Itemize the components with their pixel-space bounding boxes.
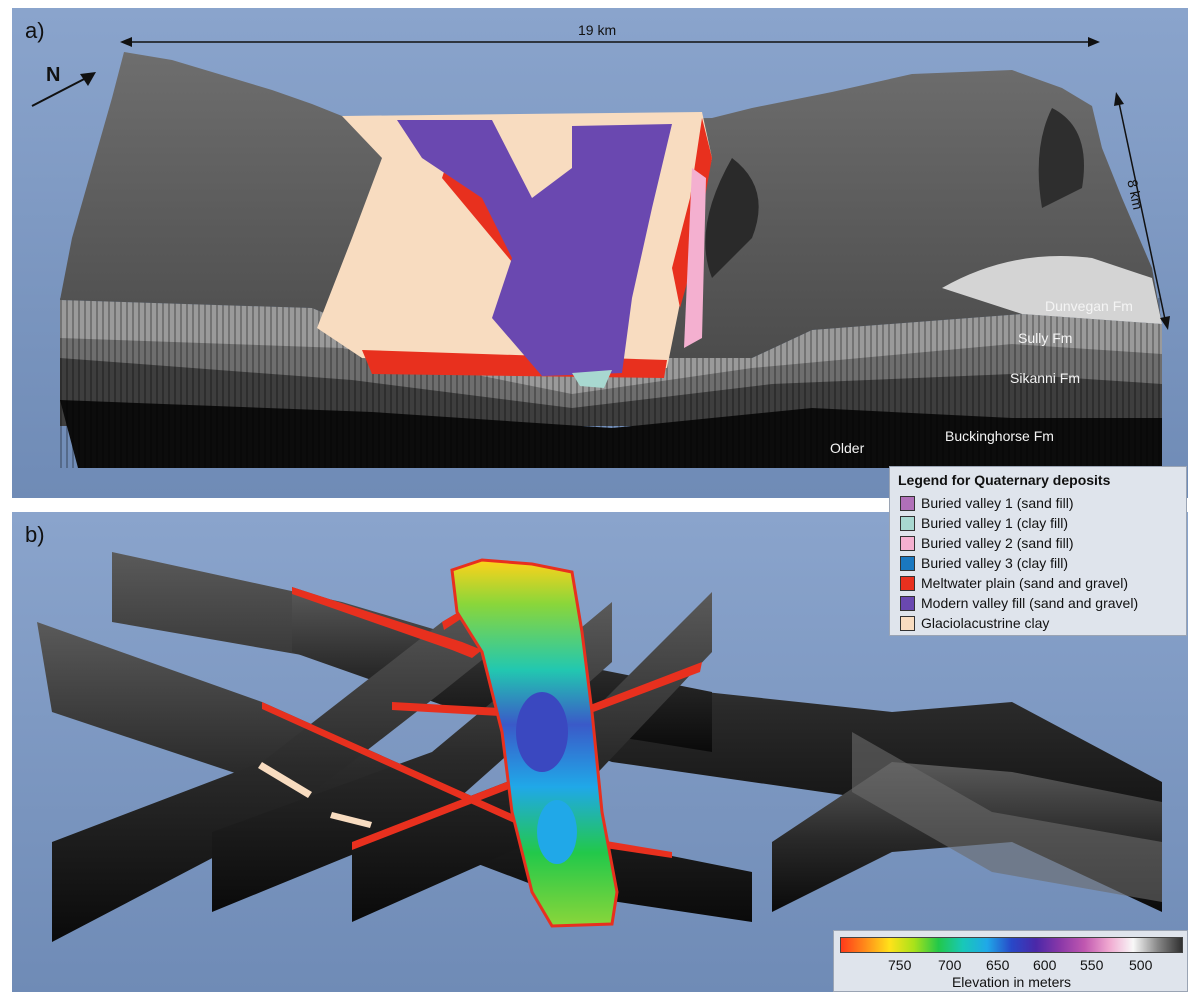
- legend-label: Modern valley fill (sand and gravel): [921, 595, 1139, 611]
- legend-label: Buried valley 1 (sand fill): [921, 495, 1074, 511]
- colorbar-tick: 600: [1033, 957, 1057, 973]
- quaternary-legend: Legend for Quaternary deposits Buried va…: [889, 466, 1187, 636]
- panel-a-label: a): [25, 18, 45, 43]
- north-label: N: [46, 64, 61, 86]
- legend-item: Buried valley 1 (sand fill): [900, 493, 1074, 513]
- north-arrow-icon: [31, 72, 96, 107]
- formation-label-dunvegan: Dunvegan Fm: [1045, 298, 1133, 314]
- formation-label-sikanni: Sikanni Fm: [1010, 370, 1081, 386]
- legend-swatch: [900, 575, 915, 591]
- formation-label-older: Older: [830, 440, 865, 456]
- elevation-colorbar: 750 700 650 600 550 500 Elevation in met…: [833, 930, 1188, 992]
- legend-item: Buried valley 1 (clay fill): [900, 513, 1068, 533]
- legend-swatch: [900, 555, 915, 571]
- legend-title: Legend for Quaternary deposits: [898, 472, 1111, 488]
- legend-label: Glaciolacustrine clay: [921, 615, 1050, 631]
- legend-swatch: [900, 495, 915, 511]
- legend-item: Buried valley 2 (sand fill): [900, 533, 1074, 553]
- formation-label-sully: Sully Fm: [1018, 330, 1073, 346]
- legend-item: Meltwater plain (sand and gravel): [900, 573, 1128, 593]
- colorbar-gradient: [840, 937, 1183, 953]
- legend-swatch: [900, 535, 915, 551]
- legend-item: Glaciolacustrine clay: [900, 613, 1049, 633]
- legend-swatch: [900, 595, 915, 611]
- block-model-panel: a) N 19 km 8 km Dunvegan Fm Sully Fm Sik…: [12, 8, 1188, 498]
- depth-scale-arrow-icon: [1114, 92, 1170, 330]
- legend-item: Modern valley fill (sand and gravel): [900, 593, 1138, 613]
- formation-label-buckinghorse: Buckinghorse Fm: [945, 428, 1054, 444]
- legend-label: Meltwater plain (sand and gravel): [921, 575, 1128, 591]
- colorbar-tick: 700: [938, 957, 962, 973]
- colorbar-tick: 750: [888, 957, 912, 973]
- legend-label: Buried valley 3 (clay fill): [921, 555, 1069, 571]
- legend-item: Buried valley 3 (clay fill): [900, 553, 1068, 573]
- legend-swatch: [900, 615, 915, 631]
- legend-swatch: [900, 515, 915, 531]
- colorbar-tick: 500: [1129, 957, 1153, 973]
- block-model-figure: [60, 52, 1162, 468]
- panel-b-label: b): [25, 522, 45, 547]
- colorbar-tick: 650: [986, 957, 1010, 973]
- colorbar-tick: 550: [1080, 957, 1104, 973]
- colorbar-caption: Elevation in meters: [951, 974, 1072, 990]
- legend-label: Buried valley 2 (sand fill): [921, 535, 1074, 551]
- legend-label: Buried valley 1 (clay fill): [921, 515, 1069, 531]
- width-scale-label: 19 km: [578, 22, 617, 38]
